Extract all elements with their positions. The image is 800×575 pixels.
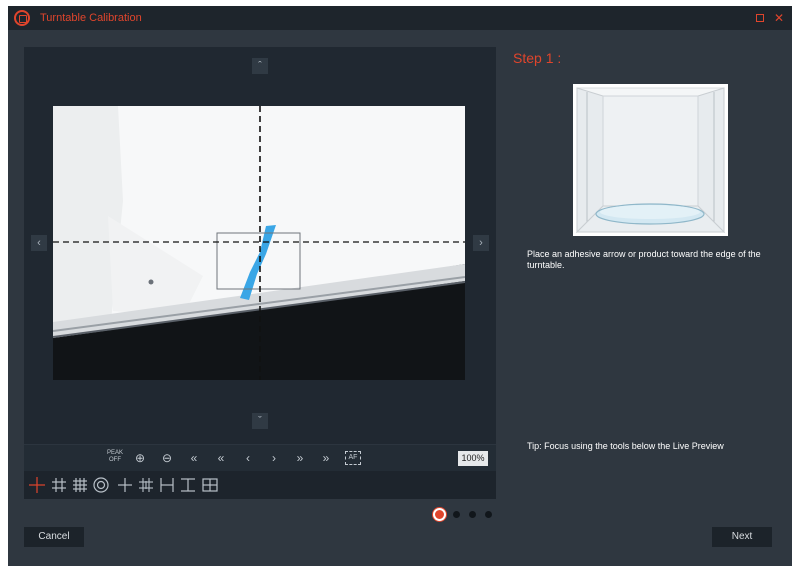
box-grid-icon[interactable] xyxy=(201,476,219,494)
pan-left-button[interactable]: ‹ xyxy=(31,235,47,251)
horizontal-guides-icon[interactable] xyxy=(158,476,176,494)
cancel-button[interactable]: Cancel xyxy=(24,527,84,547)
pan-down-button[interactable]: ˇ xyxy=(252,413,268,429)
overlay-toolbar xyxy=(24,471,496,499)
focus-far-step-icon[interactable]: ‹ xyxy=(240,450,256,466)
turntable-illustration xyxy=(573,84,728,236)
focus-far-fast-icon[interactable]: « xyxy=(186,450,202,466)
live-preview-panel: ˆ ˇ ‹ › PEAK OFF ⊕ ⊖ « « ‹ › » » AF 100% xyxy=(24,47,496,471)
calibration-window: Turntable Calibration ✕ ˆ ˇ ‹ › PEAK OFF… xyxy=(8,6,792,566)
zoom-in-icon[interactable]: ⊕ xyxy=(132,450,148,466)
step-instruction: Place an adhesive arrow or product towar… xyxy=(527,249,761,270)
grid-3x3-icon[interactable] xyxy=(50,476,68,494)
peaking-toggle-button[interactable]: PEAK OFF xyxy=(106,450,124,466)
vertical-guides-icon[interactable] xyxy=(179,476,197,494)
focus-near-step-icon[interactable]: › xyxy=(266,450,282,466)
focus-near-icon[interactable]: » xyxy=(292,450,308,466)
crosshair-small-icon[interactable] xyxy=(116,476,134,494)
crosshair-icon[interactable] xyxy=(28,476,46,494)
pager-dot-1[interactable] xyxy=(433,508,446,521)
step-title: Step 1 : xyxy=(513,50,562,66)
pager-dot-3[interactable] xyxy=(469,511,476,518)
grid-4x4-icon[interactable] xyxy=(71,476,89,494)
maximize-icon xyxy=(756,14,764,22)
focus-zoom-toolbar: PEAK OFF ⊕ ⊖ « « ‹ › » » AF 100% xyxy=(24,444,496,471)
pan-up-button[interactable]: ˆ xyxy=(252,58,268,74)
grid-dense-icon[interactable] xyxy=(137,476,155,494)
focus-far-icon[interactable]: « xyxy=(213,450,229,466)
pan-right-button[interactable]: › xyxy=(473,235,489,251)
target-circle-icon[interactable] xyxy=(92,476,110,494)
close-button[interactable]: ✕ xyxy=(772,11,786,25)
maximize-button[interactable] xyxy=(753,11,767,25)
focus-near-fast-icon[interactable]: » xyxy=(318,450,334,466)
pager-dot-2[interactable] xyxy=(453,511,460,518)
live-preview-image[interactable] xyxy=(53,106,465,380)
autofocus-button[interactable]: AF xyxy=(345,451,361,465)
window-title: Turntable Calibration xyxy=(40,12,142,24)
focus-tip: Tip: Focus using the tools below the Liv… xyxy=(527,441,724,451)
title-bar: Turntable Calibration ✕ xyxy=(8,6,792,30)
app-logo-icon xyxy=(14,10,30,26)
next-button[interactable]: Next xyxy=(712,527,772,547)
pager-dot-4[interactable] xyxy=(485,511,492,518)
zoom-out-icon[interactable]: ⊖ xyxy=(159,450,175,466)
zoom-level-field[interactable]: 100% xyxy=(458,451,488,466)
